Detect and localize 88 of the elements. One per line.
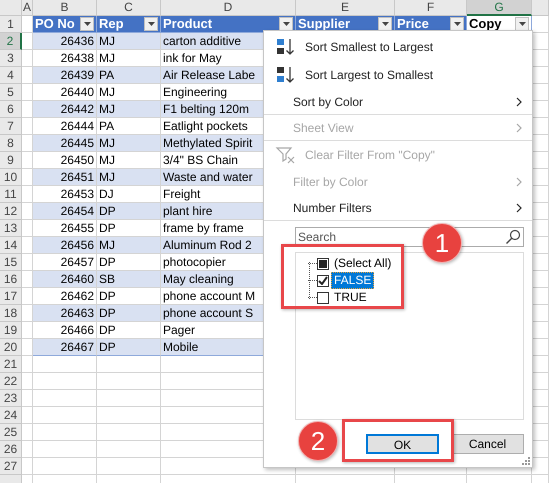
chevron-right-icon [516, 177, 522, 187]
cancel-button[interactable]: Cancel [451, 434, 524, 454]
filter-dropdown-button[interactable] [80, 17, 94, 31]
table-cell: MJ [97, 101, 161, 118]
row-header[interactable]: 17 [0, 288, 22, 305]
chevron-right-icon [516, 202, 522, 212]
heading-text: Price [397, 16, 429, 32]
value-label[interactable]: FALSE [331, 272, 374, 289]
row-header[interactable]: 6 [0, 101, 22, 118]
table-cell: MJ [97, 169, 161, 186]
row-header[interactable]: 26 [0, 441, 22, 458]
column-header[interactable]: C [97, 0, 161, 16]
heading-text: Rep [99, 16, 124, 32]
heading-text: Supplier [298, 16, 350, 32]
row-header[interactable]: 8 [0, 135, 22, 152]
row-header[interactable]: 11 [0, 186, 22, 203]
filter-dropdown-button[interactable] [450, 17, 464, 31]
row-header[interactable]: 21 [0, 356, 22, 373]
column-header[interactable]: A [22, 0, 33, 16]
table-cell: DP [97, 305, 161, 322]
column-header[interactable]: D [161, 0, 296, 16]
heading-text: PO No [35, 16, 75, 32]
row-header[interactable]: 5 [0, 84, 22, 101]
ok-button[interactable]: OK [366, 434, 439, 454]
caret-icon [148, 22, 154, 26]
column-header[interactable]: B [33, 0, 97, 16]
table-cell: 26436 [33, 33, 97, 50]
table-cell: 26439 [33, 67, 97, 84]
caret-icon [518, 22, 526, 26]
row-header[interactable]: 7 [0, 118, 22, 135]
clear-filter-icon [275, 146, 297, 164]
table-cell: 26451 [33, 169, 97, 186]
row-header[interactable]: 23 [0, 390, 22, 407]
table-cell: MJ [97, 237, 161, 254]
row-header[interactable]: 25 [0, 424, 22, 441]
row-header[interactable]: 1 [0, 16, 22, 33]
heading-text: Copy [469, 16, 502, 32]
caret-icon [454, 22, 460, 26]
value-label[interactable]: (Select All) [331, 255, 394, 272]
column-header[interactable]: E [296, 0, 395, 16]
table-cell: 26460 [33, 271, 97, 288]
table-cell: DP [97, 339, 161, 356]
table-cell: DP [97, 203, 161, 220]
checkbox[interactable] [317, 274, 329, 286]
caret-icon [84, 22, 90, 26]
search-icon [505, 229, 521, 245]
heading-text: Product [163, 16, 212, 32]
table-cell: 26463 [33, 305, 97, 322]
menu-item[interactable]: Number Filters [264, 195, 532, 221]
table-cell: 26456 [33, 237, 97, 254]
row-header[interactable]: 10 [0, 169, 22, 186]
row-header[interactable]: 27 [0, 458, 22, 475]
value-label[interactable]: TRUE [331, 289, 370, 306]
column-header[interactable]: F [395, 0, 467, 16]
row-header[interactable]: 22 [0, 373, 22, 390]
table-cell: SB [97, 271, 161, 288]
row-header[interactable]: 24 [0, 407, 22, 424]
row-header[interactable]: 9 [0, 152, 22, 169]
table-cell: 26467 [33, 339, 97, 356]
table-cell: 26442 [33, 101, 97, 118]
row-header[interactable]: 19 [0, 322, 22, 339]
row-header[interactable]: 13 [0, 220, 22, 237]
row-header[interactable]: 18 [0, 305, 22, 322]
table-cell: MJ [97, 33, 161, 50]
row-header[interactable]: 14 [0, 237, 22, 254]
checkbox[interactable] [317, 292, 329, 304]
chevron-right-icon [516, 96, 522, 106]
row-header[interactable]: 12 [0, 203, 22, 220]
row-header[interactable]: 3 [0, 50, 22, 67]
menu-item[interactable]: Sort by Color [264, 89, 532, 115]
caret-icon [282, 22, 290, 26]
row-header[interactable]: 16 [0, 271, 22, 288]
filter-dropdown-button[interactable] [515, 17, 529, 31]
row-header[interactable]: 15 [0, 254, 22, 271]
caret-icon [382, 22, 388, 26]
table-cell: MJ [97, 135, 161, 152]
row-header[interactable]: 2 [0, 33, 22, 50]
filter-dropdown-button[interactable] [279, 17, 293, 31]
row-header[interactable]: 20 [0, 339, 22, 356]
table-cell: 26445 [33, 135, 97, 152]
table-cell: 26454 [33, 203, 97, 220]
filter-dropdown-button[interactable] [378, 17, 392, 31]
chevron-right-icon [516, 122, 522, 132]
table-cell: PA [97, 67, 161, 84]
row-header[interactable]: 4 [0, 67, 22, 84]
filter-dropdown-button[interactable] [144, 17, 158, 31]
resize-grip-icon [522, 457, 530, 465]
column-header[interactable]: G [467, 0, 532, 16]
